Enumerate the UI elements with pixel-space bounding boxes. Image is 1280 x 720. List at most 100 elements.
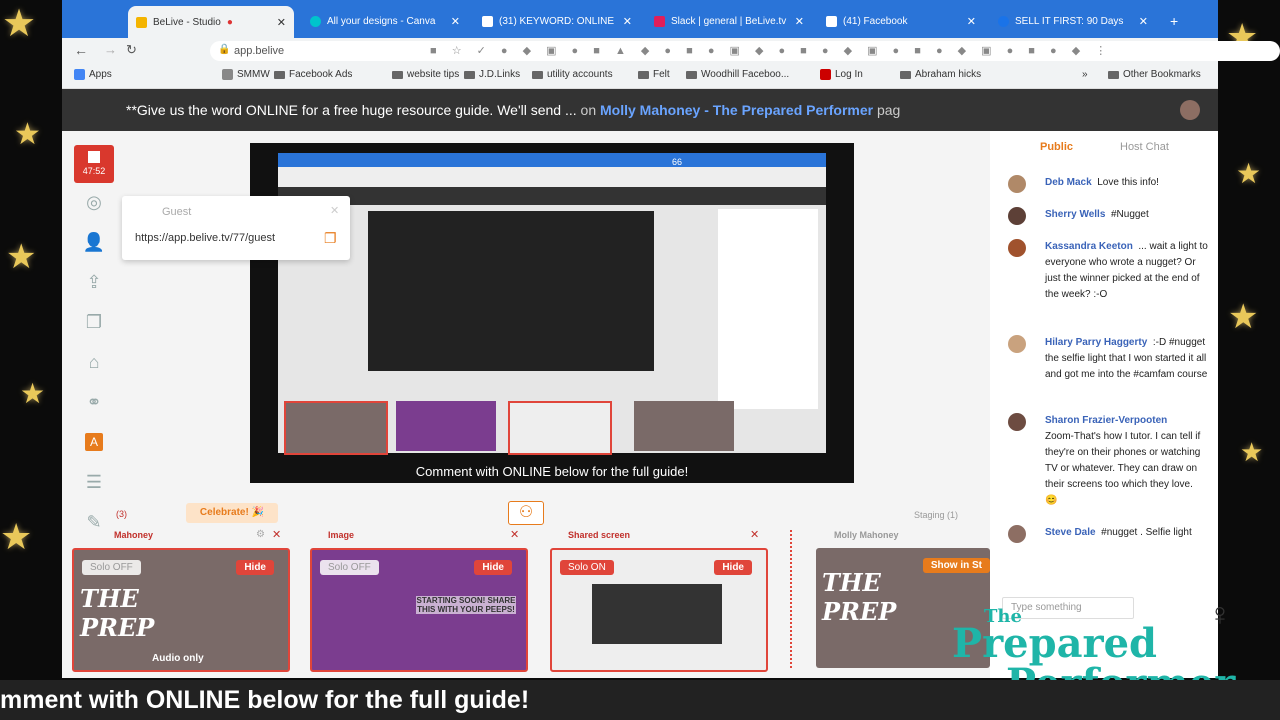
chat-text: Love this info!	[1097, 177, 1159, 188]
bookmark-label: Abraham hicks	[915, 69, 982, 80]
card-label: Molly Mahoney	[834, 530, 899, 540]
hide-button[interactable]: Hide	[236, 560, 274, 575]
reaction-count: 66	[668, 157, 687, 167]
nested-chat	[718, 209, 818, 409]
hide-button[interactable]: Hide	[714, 560, 752, 575]
bookmark-facebook-ads[interactable]: Facebook Ads	[274, 69, 352, 80]
bookmark-jd-links[interactable]: J.D.Links	[464, 69, 520, 80]
close-icon[interactable]: ✕	[451, 15, 460, 28]
share-screen-icon[interactable]: ⇪	[72, 266, 116, 298]
scene-card-camera[interactable]: Solo OFF Hide THE PREP Audio only	[72, 548, 290, 672]
bookmark-woodhill[interactable]: Woodhill Faceboo...	[686, 69, 789, 80]
show-in-stream-button[interactable]: Show in St	[922, 558, 990, 573]
folder-icon	[274, 70, 285, 79]
staging-label[interactable]: Staging (1)	[914, 510, 958, 520]
card-label: Image	[328, 530, 355, 540]
page-icon	[482, 15, 493, 27]
close-icon[interactable]: ✕	[330, 204, 339, 217]
back-arrow-icon[interactable]: ←	[74, 42, 88, 58]
chat-text: Zoom-That's how I tutor. I can tell if t…	[1045, 431, 1201, 506]
browser-tab-bar: BeLive - Studio ● ✕ All your designs - C…	[62, 0, 1218, 38]
bookmark-log-in[interactable]: Log In	[820, 69, 863, 80]
folder-icon	[464, 70, 475, 79]
close-icon[interactable]: ✕	[277, 16, 286, 29]
guest-link[interactable]: https://app.belive.tv/77/guest	[135, 232, 275, 244]
bookmarks-more[interactable]: »	[1082, 69, 1088, 80]
person-icon[interactable]: ⚇	[508, 501, 544, 525]
tab-belive-studio[interactable]: BeLive - Studio ● ✕	[128, 6, 294, 38]
card-label: Mahoney	[114, 530, 154, 540]
star-decoration: ★	[2, 1, 37, 45]
bookmark-felt[interactable]: Felt	[638, 69, 670, 80]
bookmark-other[interactable]: Other Bookmarks	[1108, 69, 1201, 80]
close-icon[interactable]: ✕	[750, 528, 759, 541]
forward-arrow-icon[interactable]: →	[104, 42, 117, 57]
tab-keyword[interactable]: (31) KEYWORD: ONLINE ✕	[474, 8, 640, 34]
chat-author: Sharon Frazier-Verpooten	[1045, 415, 1168, 426]
solo-toggle[interactable]: Solo ON	[560, 560, 614, 575]
bookmarks-bar: Apps SMMW Facebook Ads website tips J.D.…	[62, 64, 1218, 89]
nested-banner	[278, 187, 826, 205]
gear-icon[interactable]: ⚙	[256, 529, 265, 540]
tab-title: All your designs - Canva	[327, 15, 436, 27]
bookmark-apps[interactable]: Apps	[74, 69, 112, 80]
folder-icon	[392, 70, 403, 79]
belive-icon	[136, 16, 147, 28]
close-icon[interactable]: ✕	[272, 528, 281, 541]
slack-icon	[654, 15, 665, 27]
new-tab-button[interactable]: +	[1162, 8, 1182, 34]
scene-card-shared-screen[interactable]: Solo ON Hide	[550, 548, 768, 672]
folder-icon	[1108, 70, 1119, 79]
address-bar: ← → ↻ 🔒 app.belive ■ ☆ ✓ ● ◆ ▣ ● ■ ▲ ◆ ●…	[62, 38, 1280, 64]
solo-toggle[interactable]: Solo OFF	[320, 560, 379, 575]
scene-card-image[interactable]: Solo OFF Hide STARTING SOON! SHARE THIS …	[310, 548, 528, 672]
close-icon[interactable]: ✕	[795, 15, 804, 28]
chat-message: Sharon Frazier-Verpooten Zoom-That's how …	[1008, 413, 1208, 509]
close-icon[interactable]: ✕	[967, 15, 976, 28]
title-text-icon[interactable]: A	[72, 426, 116, 458]
close-icon[interactable]: ✕	[623, 15, 632, 28]
chat-message: Hilary Parry Haggerty :-D #nugget the se…	[1008, 335, 1208, 383]
tab-title: (41) Facebook	[843, 15, 908, 27]
extension-icons[interactable]: ■ ☆ ✓ ● ◆ ▣ ● ■ ▲ ◆ ● ■ ● ▣ ◆ ● ■ ● ◆ ▣ …	[430, 44, 1112, 57]
nested-preview	[368, 211, 654, 371]
close-icon[interactable]: ✕	[510, 528, 519, 541]
camera-icon[interactable]: ◎	[72, 186, 116, 218]
poster-text: THE PREP	[822, 568, 897, 626]
chat-message: Deb Mack Love this info!	[1008, 175, 1208, 193]
featured-comment-banner: **Give us the word ONLINE for a free hug…	[62, 89, 1218, 131]
close-icon[interactable]: ✕	[1139, 15, 1148, 28]
reload-icon[interactable]: ↻	[126, 42, 137, 58]
tab-slack[interactable]: Slack | general | BeLive.tv ✕	[646, 8, 812, 34]
chat-tabs: Public Host Chat	[990, 131, 1218, 163]
celebrate-button[interactable]: Celebrate! 🎉	[186, 503, 278, 523]
tab-canva[interactable]: All your designs - Canva ✕	[302, 8, 468, 34]
link-icon[interactable]: ⚭	[72, 386, 116, 418]
page-icon	[998, 15, 1009, 27]
tab-sell-it-first[interactable]: SELL IT FIRST: 90 Days ✕	[990, 8, 1156, 34]
guest-icon[interactable]: 👤	[72, 226, 116, 258]
layers-icon[interactable]: ❐	[72, 306, 116, 338]
scene-count: (3)	[116, 509, 127, 519]
bookmark-abraham-hicks[interactable]: Abraham hicks	[900, 69, 981, 80]
tab-facebook[interactable]: (41) Facebook ✕	[818, 8, 984, 34]
bookmark-website-tips[interactable]: website tips	[392, 69, 459, 80]
avatar	[1008, 207, 1026, 225]
bookmark-label: Log In	[835, 69, 863, 80]
avatar	[1008, 239, 1026, 257]
list-icon[interactable]: ☰	[72, 466, 116, 498]
bookmark-smmw[interactable]: SMMW	[222, 69, 270, 80]
copy-icon[interactable]: ❐	[324, 230, 337, 247]
tab-public[interactable]: Public	[1040, 141, 1073, 153]
tag-icon[interactable]: ⌂	[72, 346, 116, 378]
comment-source: Molly Mahoney - The Prepared Performer	[600, 102, 874, 118]
tab-host-chat[interactable]: Host Chat	[1120, 141, 1169, 153]
hide-button[interactable]: Hide	[474, 560, 512, 575]
comment-source-suffix: pag	[876, 102, 901, 118]
solo-toggle[interactable]: Solo OFF	[82, 560, 141, 575]
bookmark-label: Other Bookmarks	[1123, 69, 1201, 80]
url-field[interactable]: 🔒 app.belive ■ ☆ ✓ ● ◆ ▣ ● ■ ▲ ◆ ● ■ ● ▣…	[210, 41, 1280, 61]
brush-icon[interactable]: ✎	[72, 506, 116, 538]
chat-panel: Public Host Chat Deb Mack Love this info…	[990, 131, 1218, 678]
bookmark-utility-accounts[interactable]: utility accounts	[532, 69, 613, 80]
